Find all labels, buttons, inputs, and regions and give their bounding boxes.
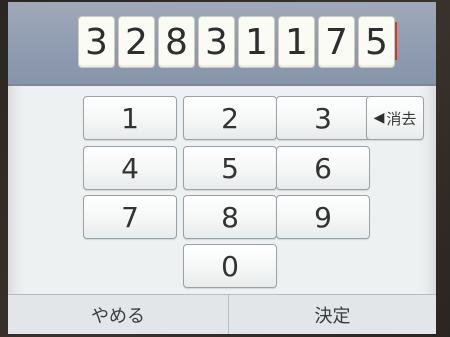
key-2[interactable]: 2 — [183, 96, 277, 140]
screen: 3 2 8 3 1 1 7 5 1 2 3 ◀ 消去 4 5 6 7 8 9 0… — [8, 2, 436, 334]
digit-cell: 1 — [278, 16, 315, 68]
digit-cell: 2 — [118, 16, 155, 68]
digit-cell: 3 — [78, 16, 115, 68]
key-6[interactable]: 6 — [276, 146, 370, 190]
key-0[interactable]: 0 — [183, 244, 277, 288]
key-3[interactable]: 3 — [276, 96, 370, 140]
number-display-bar: 3 2 8 3 1 1 7 5 — [8, 2, 436, 86]
digit-cell: 1 — [238, 16, 275, 68]
backspace-label: 消去 — [386, 109, 417, 128]
key-7[interactable]: 7 — [83, 195, 177, 239]
cancel-button[interactable]: やめる — [8, 295, 229, 334]
key-9[interactable]: 9 — [276, 195, 370, 239]
key-5[interactable]: 5 — [183, 146, 277, 190]
digit-display: 3 2 8 3 1 1 7 5 — [78, 16, 397, 68]
arrow-left-icon: ◀ — [373, 110, 385, 126]
device-frame: 3 2 8 3 1 1 7 5 1 2 3 ◀ 消去 4 5 6 7 8 9 0… — [0, 0, 450, 337]
digit-cell: 7 — [318, 16, 355, 68]
key-4[interactable]: 4 — [83, 146, 177, 190]
digit-cell: 3 — [198, 16, 235, 68]
key-8[interactable]: 8 — [183, 195, 277, 239]
key-1[interactable]: 1 — [83, 96, 177, 140]
bottom-bar: やめる 決定 — [8, 294, 436, 334]
text-cursor — [395, 22, 397, 60]
digit-cell: 8 — [158, 16, 195, 68]
backspace-button[interactable]: ◀ 消去 — [366, 96, 424, 140]
digit-cell: 5 — [358, 16, 395, 68]
confirm-button[interactable]: 決定 — [229, 295, 436, 334]
last-digit-wrap: 5 — [358, 16, 397, 68]
